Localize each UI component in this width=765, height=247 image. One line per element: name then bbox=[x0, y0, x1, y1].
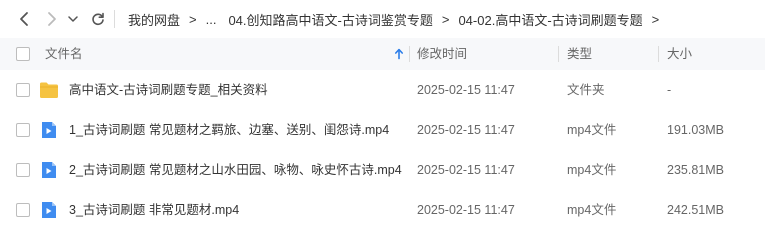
file-modified: 2025-02-15 11:47 bbox=[417, 123, 515, 137]
breadcrumb-item-course[interactable]: 04.创知路高中语文-古诗词鉴赏专题 bbox=[228, 10, 432, 29]
file-modified: 2025-02-15 11:47 bbox=[417, 83, 515, 97]
row-checkbox[interactable] bbox=[16, 83, 30, 97]
breadcrumb: 我的网盘 > ... 04.创知路高中语文-古诗词鉴赏专题 > 04-02.高中… bbox=[128, 0, 668, 38]
file-size: 191.03MB bbox=[667, 123, 724, 137]
file-list-header: 文件名 修改时间 类型 大小 bbox=[0, 38, 765, 70]
file-size: 242.51MB bbox=[667, 203, 724, 217]
breadcrumb-separator: > bbox=[651, 11, 660, 27]
column-divider[interactable] bbox=[409, 46, 410, 62]
history-dropdown-button[interactable] bbox=[66, 9, 80, 29]
video-file-icon bbox=[42, 162, 56, 178]
refresh-icon bbox=[92, 12, 104, 26]
file-name[interactable]: 3_古诗词刷题 非常见题材.mp4 bbox=[69, 190, 239, 230]
column-header-modified[interactable]: 修改时间 bbox=[417, 38, 467, 70]
breadcrumb-ellipsis[interactable]: ... bbox=[206, 12, 217, 27]
column-divider[interactable] bbox=[658, 46, 659, 62]
file-row[interactable]: 1_古诗词刷题 常见题材之羁旅、边塞、送别、闺怨诗.mp4 2025-02-15… bbox=[0, 110, 765, 150]
chevron-left-icon bbox=[20, 12, 28, 26]
file-name[interactable]: 1_古诗词刷题 常见题材之羁旅、边塞、送别、闺怨诗.mp4 bbox=[69, 110, 389, 150]
toolbar: 我的网盘 > ... 04.创知路高中语文-古诗词鉴赏专题 > 04-02.高中… bbox=[0, 0, 765, 38]
column-divider[interactable] bbox=[558, 46, 559, 62]
chevron-right-icon bbox=[48, 12, 56, 26]
file-name[interactable]: 2_古诗词刷题 常见题材之山水田园、咏物、咏史怀古诗.mp4 bbox=[69, 150, 402, 190]
select-all-checkbox[interactable] bbox=[16, 47, 30, 61]
breadcrumb-item-current[interactable]: 04-02.高中语文-古诗词刷题专题 bbox=[458, 10, 642, 29]
column-header-name[interactable]: 文件名 bbox=[45, 38, 83, 70]
file-size: 235.81MB bbox=[667, 163, 724, 177]
row-checkbox[interactable] bbox=[16, 163, 30, 177]
folder-icon bbox=[40, 82, 58, 98]
video-file-icon bbox=[42, 202, 56, 218]
row-checkbox[interactable] bbox=[16, 123, 30, 137]
file-type: mp4文件 bbox=[567, 203, 617, 217]
breadcrumb-separator: > bbox=[189, 11, 197, 27]
breadcrumb-root[interactable]: 我的网盘 bbox=[128, 10, 180, 29]
chevron-down-icon bbox=[68, 16, 78, 22]
toolbar-divider bbox=[114, 10, 115, 28]
file-browser: 我的网盘 > ... 04.创知路高中语文-古诗词鉴赏专题 > 04-02.高中… bbox=[0, 0, 765, 247]
sort-ascending-icon[interactable] bbox=[392, 47, 406, 61]
refresh-button[interactable] bbox=[88, 9, 108, 29]
file-modified: 2025-02-15 11:47 bbox=[417, 203, 515, 217]
file-name[interactable]: 高中语文-古诗词刷题专题_相关资料 bbox=[69, 70, 268, 110]
file-type: 文件夹 bbox=[567, 83, 605, 97]
row-checkbox[interactable] bbox=[16, 203, 30, 217]
breadcrumb-separator: > bbox=[441, 11, 450, 27]
column-header-size[interactable]: 大小 bbox=[667, 38, 692, 70]
file-modified: 2025-02-15 11:47 bbox=[417, 163, 515, 177]
back-button[interactable] bbox=[14, 9, 34, 29]
file-row[interactable]: 高中语文-古诗词刷题专题_相关资料 2025-02-15 11:47 文件夹 - bbox=[0, 70, 765, 110]
column-header-type[interactable]: 类型 bbox=[567, 38, 592, 70]
file-type: mp4文件 bbox=[567, 123, 617, 137]
forward-button[interactable] bbox=[42, 9, 62, 29]
file-row[interactable]: 3_古诗词刷题 非常见题材.mp4 2025-02-15 11:47 mp4文件… bbox=[0, 190, 765, 230]
file-type: mp4文件 bbox=[567, 163, 617, 177]
video-file-icon bbox=[42, 122, 56, 138]
file-size: - bbox=[667, 83, 672, 97]
file-row[interactable]: 2_古诗词刷题 常见题材之山水田园、咏物、咏史怀古诗.mp4 2025-02-1… bbox=[0, 150, 765, 190]
